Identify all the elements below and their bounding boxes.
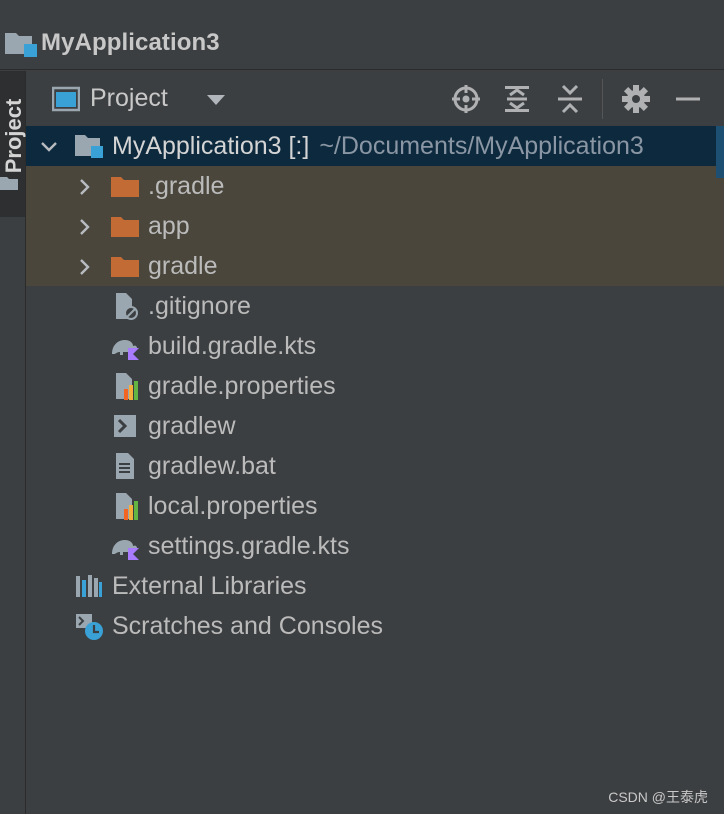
properties-file-icon: [116, 373, 138, 400]
view-selector-title[interactable]: Project: [90, 84, 168, 113]
tool-window-strip: Project: [0, 71, 26, 814]
file-label: gradle.properties: [148, 372, 336, 400]
tree-file-row[interactable]: settings.gradle.kts: [26, 526, 724, 566]
tree-file-row[interactable]: local.properties: [26, 486, 724, 526]
gear-icon: [622, 85, 650, 113]
tree-file-row[interactable]: .gitignore: [26, 286, 724, 326]
tree-folder-row[interactable]: app: [26, 206, 724, 246]
root-path: ~/Documents/MyApplication3: [319, 132, 644, 160]
project-view-icon: [52, 86, 80, 112]
root-label: MyApplication3 [:]: [112, 132, 310, 160]
project-tree: MyApplication3 [:] ~/Documents/MyApplicat…: [26, 126, 724, 814]
tree-external-libraries-row[interactable]: External Libraries: [26, 566, 724, 606]
scrollbar-thumb[interactable]: [716, 126, 724, 178]
folder-icon: [111, 257, 139, 277]
file-label: gradlew.bat: [148, 452, 276, 480]
locate-icon: [452, 85, 480, 113]
external-libraries-label: External Libraries: [112, 572, 307, 600]
scratches-icon: [76, 614, 103, 640]
file-label: gradlew: [148, 412, 236, 440]
project-panel-header: Project: [26, 71, 724, 126]
libraries-icon: [76, 575, 102, 597]
project-tool-tab[interactable]: Project: [0, 71, 26, 217]
expand-all-icon: [505, 86, 529, 112]
file-label: .gitignore: [148, 292, 251, 320]
folder-label: app: [148, 212, 190, 240]
folder-icon: [111, 177, 139, 197]
gitignore-file-icon: [116, 293, 138, 320]
tree-scratches-row[interactable]: Scratches and Consoles: [26, 606, 724, 646]
chevron-right-icon[interactable]: [76, 178, 94, 196]
collapse-all-button[interactable]: [554, 83, 586, 115]
chevron-right-icon[interactable]: [76, 258, 94, 276]
tree-root-row[interactable]: MyApplication3 [:] ~/Documents/MyApplicat…: [26, 126, 724, 166]
title-bar: MyApplication3: [0, 0, 724, 70]
chevron-right-icon[interactable]: [76, 218, 94, 236]
chevron-down-icon[interactable]: [204, 93, 228, 107]
tree-file-row[interactable]: gradle.properties: [26, 366, 724, 406]
project-module-icon: [75, 135, 103, 158]
gradle-kts-file-icon: [112, 340, 139, 360]
file-label: settings.gradle.kts: [148, 532, 350, 560]
toolbar-separator: [602, 79, 603, 119]
tree-file-row[interactable]: build.gradle.kts: [26, 326, 724, 366]
chevron-down-icon[interactable]: [40, 138, 58, 156]
folder-label: .gradle: [148, 172, 225, 200]
gradle-kts-file-icon: [112, 540, 139, 560]
properties-file-icon: [116, 493, 138, 520]
project-folder-icon: [5, 33, 37, 57]
minimize-button[interactable]: [672, 83, 704, 115]
shell-script-file-icon: [114, 415, 136, 437]
tree-file-row[interactable]: gradlew: [26, 406, 724, 446]
settings-button[interactable]: [620, 83, 652, 115]
text-file-icon: [116, 453, 134, 479]
folder-icon: [111, 217, 139, 237]
tree-folder-row[interactable]: gradle: [26, 246, 724, 286]
tree-folder-row[interactable]: .gradle: [26, 166, 724, 206]
folder-label: gradle: [148, 252, 218, 280]
tree-file-row[interactable]: gradlew.bat: [26, 446, 724, 486]
scratches-label: Scratches and Consoles: [112, 612, 383, 640]
minimize-icon: [676, 97, 700, 101]
locate-button[interactable]: [450, 83, 482, 115]
watermark: CSDN @王泰虎: [608, 789, 708, 805]
file-label: build.gradle.kts: [148, 332, 317, 360]
project-tool-tab-label: Project: [1, 98, 26, 174]
collapse-all-icon: [558, 84, 582, 114]
window-title: MyApplication3: [41, 29, 220, 56]
folder-icon: [0, 177, 18, 190]
expand-all-button[interactable]: [501, 83, 533, 115]
file-label: local.properties: [148, 492, 318, 520]
